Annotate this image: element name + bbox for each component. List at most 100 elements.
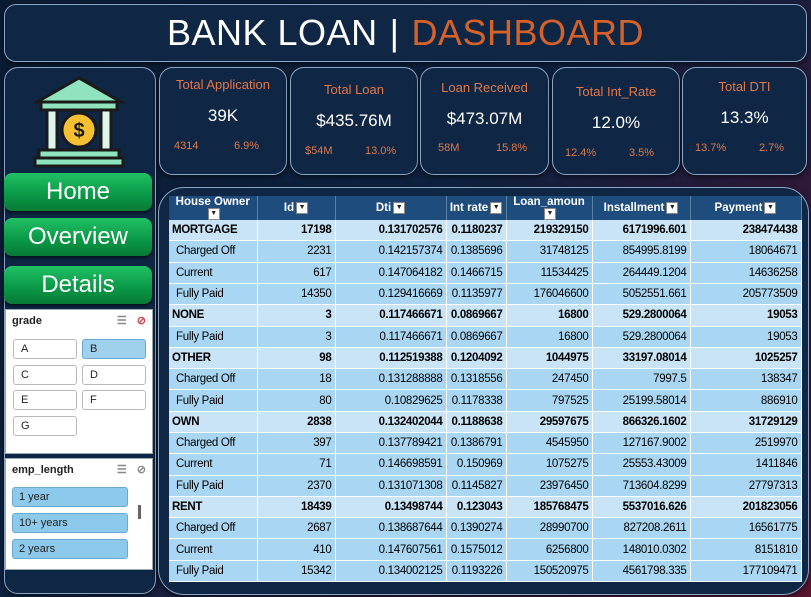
grade-option-c[interactable]: C xyxy=(13,365,77,385)
table-cell: 6256800 xyxy=(506,538,593,561)
table-row[interactable]: Charged Off 2687 0.138687644 0.1390274 28990… xyxy=(169,517,802,540)
table-row[interactable]: Fully Paid 80 0.10829625 0.1178338 797525 251… xyxy=(169,389,802,412)
multi-select-icon[interactable]: ☰ xyxy=(117,314,127,327)
grade-slicer-title: grade xyxy=(12,314,42,327)
filter-dropdown-icon[interactable]: ▼ xyxy=(296,202,309,214)
table-cell: 886910 xyxy=(690,389,802,412)
table-row[interactable]: Current 71 0.146698591 0.150969 1075275 25553… xyxy=(169,453,802,476)
filter-dropdown-icon[interactable]: ▼ xyxy=(544,208,556,220)
details-button[interactable]: Details xyxy=(4,266,152,304)
grade-option-g[interactable]: G xyxy=(13,416,77,436)
table-cell: 866326.1602 xyxy=(592,411,691,434)
row-label-cell: Fully Paid xyxy=(169,326,258,348)
kpi-value: 39K xyxy=(207,106,239,125)
table-row[interactable]: Fully Paid 15342 0.134002125 0.1193226 15052… xyxy=(169,560,802,583)
kpi-total-int-rate: Total Int_Rate 12.0% 12.4% 3.5% xyxy=(552,67,680,175)
table-cell: 18064671 xyxy=(690,240,802,263)
table-header-row: House Owner▼ Id ▼ Dti ▼ Int rate ▼ Loan_amoun▼ I… xyxy=(169,196,802,221)
table-cell: 0.1193226 xyxy=(446,560,507,583)
overview-button[interactable]: Overview xyxy=(4,218,152,256)
table-row[interactable]: Fully Paid 3 0.117466671 0.0869667 16800 529.… xyxy=(169,326,802,348)
table-cell: 14350 xyxy=(257,283,336,306)
title-separator: | xyxy=(389,12,400,53)
table-row[interactable]: Fully Paid 2370 0.131071308 0.1145827 239764… xyxy=(169,475,802,497)
grade-option-f[interactable]: F xyxy=(82,390,146,410)
column-header-label: Id xyxy=(283,202,295,215)
table-cell: 3 xyxy=(257,326,336,348)
clear-filter-icon[interactable]: ⊘ xyxy=(137,463,146,476)
kpi-value: $473.07M xyxy=(446,109,523,128)
table-cell: 713604.8299 xyxy=(592,475,691,497)
kpi-value: 12.0% xyxy=(591,113,641,132)
table-cell: 247450 xyxy=(506,368,593,391)
table-cell: 25553.43009 xyxy=(592,453,691,476)
filter-dropdown-icon[interactable]: ▼ xyxy=(764,202,777,214)
table-row[interactable]: Charged Off 2231 0.142157374 0.1385696 31748… xyxy=(169,240,802,263)
grade-option-e[interactable]: E xyxy=(13,390,77,410)
emp-option-10-years[interactable]: 10+ years xyxy=(12,513,128,533)
table-cell: 25199.58014 xyxy=(592,389,691,412)
table-cell: 0.1204092 xyxy=(446,347,507,370)
kpi-sub-percent: 3.5% xyxy=(629,147,655,159)
emp-option-2-years[interactable]: 2 years xyxy=(12,539,128,559)
table-group-row[interactable]: OTHER 98 0.112519388 0.1204092 1044975 33197.… xyxy=(169,347,802,370)
column-header-label: Payment xyxy=(714,202,763,215)
table-cell: 238474438 xyxy=(690,220,802,242)
table-row[interactable]: Fully Paid 14350 0.129416669 0.1135977 17604… xyxy=(169,283,802,306)
kpi-title: Total Application xyxy=(176,77,270,92)
column-header[interactable]: Dti ▼ xyxy=(335,196,447,221)
table-cell: 854995.8199 xyxy=(592,240,691,263)
table-row[interactable]: Current 410 0.147607561 0.1575012 6256800 148… xyxy=(169,538,802,561)
table-group-row[interactable]: MORTGAGE 17198 0.131702576 0.1180237 2193291… xyxy=(169,220,802,242)
grade-option-d[interactable]: D xyxy=(82,365,146,385)
table-cell: 18 xyxy=(257,368,336,391)
column-header[interactable]: Payment ▼ xyxy=(690,196,802,221)
table-cell: 23976450 xyxy=(506,475,593,497)
title-main: BANK LOAN xyxy=(167,12,378,53)
pivot-table: House Owner▼ Id ▼ Dti ▼ Int rate ▼ Loan_amoun▼ I… xyxy=(169,196,802,583)
column-header[interactable]: Int rate ▼ xyxy=(446,196,507,221)
table-cell: 0.123043 xyxy=(446,496,507,519)
table-group-row[interactable]: NONE 3 0.117466671 0.0869667 16800 529.280006… xyxy=(169,304,802,327)
grade-option-a[interactable]: A xyxy=(13,339,77,359)
column-header[interactable]: Id ▼ xyxy=(257,196,336,221)
filter-dropdown-icon[interactable]: ▼ xyxy=(666,202,679,214)
home-button[interactable]: Home xyxy=(4,173,152,211)
filter-dropdown-icon[interactable]: ▼ xyxy=(490,202,503,214)
emp-option-1-year[interactable]: 1 year xyxy=(12,487,128,507)
grade-option-b[interactable]: B xyxy=(82,339,146,359)
table-cell: 7997.5 xyxy=(592,368,691,391)
column-header[interactable]: Loan_amoun▼ xyxy=(506,196,593,221)
kpi-value: $435.76M xyxy=(316,111,392,130)
kpi-value: 13.3% xyxy=(720,108,769,127)
filter-dropdown-icon[interactable]: ▼ xyxy=(207,208,220,220)
row-label-cell: Fully Paid xyxy=(169,283,258,306)
row-label-cell: Current xyxy=(169,262,258,284)
clear-filter-icon[interactable]: ⊘ xyxy=(137,314,146,327)
table-cell: 529.2800064 xyxy=(592,304,691,327)
kpi-sub-value: $54M xyxy=(305,145,333,157)
table-group-row[interactable]: OWN 2838 0.132402044 0.1188638 29597675 86632… xyxy=(169,411,802,434)
table-cell: 0.137789421 xyxy=(335,432,447,455)
table-cell: 0.1178338 xyxy=(446,389,507,412)
slicer-scrollbar[interactable] xyxy=(138,505,141,519)
row-label-cell: Current xyxy=(169,538,258,561)
table-cell: 0.1135977 xyxy=(446,283,507,306)
table-cell: 397 xyxy=(257,432,336,455)
table-cell: 16800 xyxy=(506,326,593,348)
table-cell: 185768475 xyxy=(506,496,593,519)
column-header-label: Installment xyxy=(603,202,665,215)
filter-dropdown-icon[interactable]: ▼ xyxy=(393,202,406,214)
column-header[interactable]: Installment ▼ xyxy=(592,196,691,221)
table-cell: 1075275 xyxy=(506,453,593,476)
table-row[interactable]: Charged Off 397 0.137789421 0.1386791 454595… xyxy=(169,432,802,455)
table-row[interactable]: Charged Off 18 0.131288888 0.1318556 247450 7… xyxy=(169,368,802,391)
table-group-row[interactable]: RENT 18439 0.13498744 0.123043 185768475 5537… xyxy=(169,496,802,519)
table-cell: 14636258 xyxy=(690,262,802,284)
table-row[interactable]: Current 617 0.147064182 0.1466715 11534425 26… xyxy=(169,262,802,284)
kpi-title: Total DTI xyxy=(718,79,771,94)
table-cell: 29597675 xyxy=(506,411,593,434)
multi-select-icon[interactable]: ☰ xyxy=(117,463,127,476)
column-header[interactable]: House Owner▼ xyxy=(169,196,258,221)
table-cell: 16561775 xyxy=(690,517,802,540)
